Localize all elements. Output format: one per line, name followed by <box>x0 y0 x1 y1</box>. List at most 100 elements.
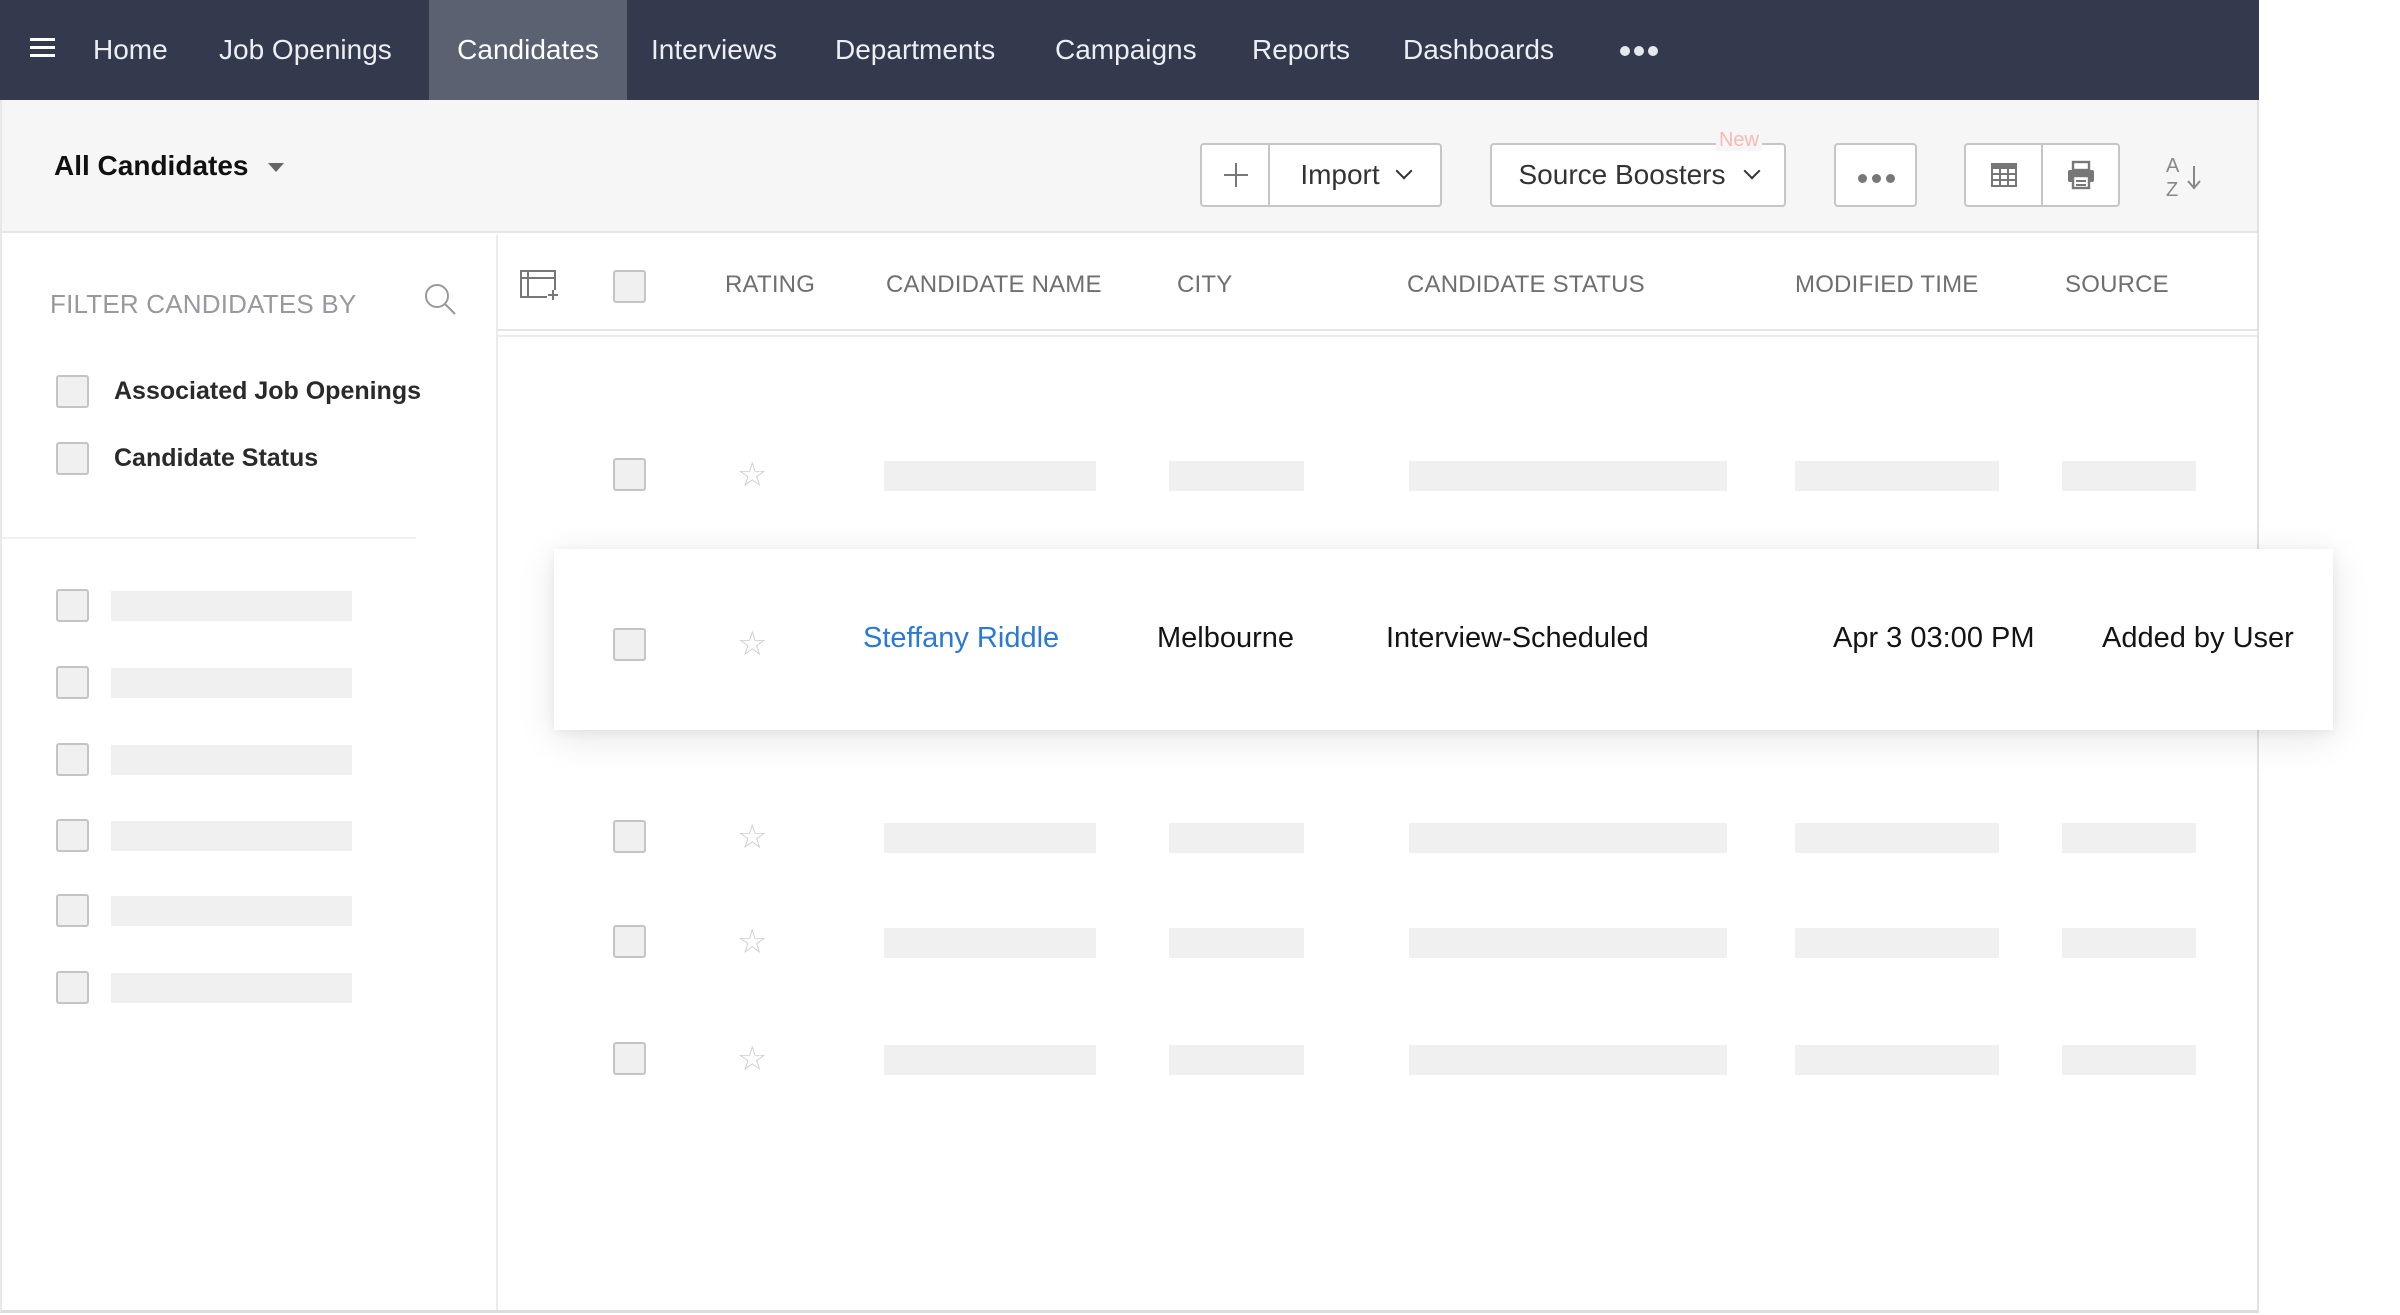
svg-text:Z: Z <box>2166 179 2178 201</box>
candidates-table: RATING CANDIDATE NAME CITY CANDIDATE STA… <box>498 235 2257 1310</box>
skeleton-placeholder <box>2062 461 2196 491</box>
filter-checkbox-associated-job-openings[interactable] <box>56 375 89 408</box>
dot <box>1886 174 1895 183</box>
filter-checkbox-placeholder[interactable] <box>56 819 89 852</box>
source-boosters-button[interactable]: Source Boosters New <box>1490 129 1786 207</box>
skeleton-placeholder <box>1169 1045 1304 1075</box>
top-nav-bar: Home Job Openings Candidates Interviews … <box>0 0 2259 100</box>
star-outline-icon[interactable]: ☆ <box>737 820 767 854</box>
table-row[interactable]: ☆ <box>498 1040 2257 1080</box>
nav-item-candidates[interactable]: Candidates <box>429 0 627 100</box>
more-horizontal-icon[interactable] <box>1620 46 1660 58</box>
print-button[interactable] <box>2041 143 2120 207</box>
filter-checkbox-placeholder[interactable] <box>56 666 89 699</box>
filter-label-candidate-status: Candidate Status <box>114 444 319 472</box>
table-row[interactable]: ☆ <box>498 923 2257 963</box>
candidate-status: Interview-Scheduled <box>1386 622 1649 654</box>
new-badge: New <box>1715 129 1762 151</box>
hamburger-icon[interactable] <box>30 38 55 58</box>
filter-sidebar: FILTER CANDIDATES BY Associated Job Open… <box>2 235 498 1310</box>
row-checkbox[interactable] <box>613 925 646 958</box>
star-outline-icon[interactable]: ☆ <box>737 458 767 492</box>
sort-az-icon[interactable]: A Z <box>2164 150 2208 202</box>
column-header-city[interactable]: CITY <box>1177 271 1232 299</box>
column-header-rating[interactable]: RATING <box>725 271 815 299</box>
skeleton-placeholder <box>111 745 352 775</box>
skeleton-placeholder <box>2062 823 2196 853</box>
skeleton-placeholder <box>884 461 1096 491</box>
nav-item-reports[interactable]: Reports <box>1252 0 1350 100</box>
table-header: RATING CANDIDATE NAME CITY CANDIDATE STA… <box>498 235 2257 331</box>
source-boosters-label: Source Boosters <box>1518 159 1726 190</box>
nav-item-home[interactable]: Home <box>93 0 168 100</box>
skeleton-placeholder <box>1409 461 1727 491</box>
table-row-highlighted[interactable]: ☆ Steffany Riddle Melbourne Interview-Sc… <box>554 549 2333 730</box>
chevron-down-icon <box>1395 162 1413 180</box>
toolbar: All Candidates Import Source Boosters Ne… <box>2 100 2257 233</box>
select-all-checkbox[interactable] <box>613 270 646 303</box>
star-outline-icon[interactable]: ☆ <box>737 1042 767 1076</box>
column-header-modified-time[interactable]: MODIFIED TIME <box>1795 271 1979 299</box>
skeleton-placeholder <box>111 821 352 851</box>
table-row[interactable]: ☆ <box>498 456 2257 496</box>
printer-icon <box>2067 160 2094 190</box>
add-candidate-button[interactable] <box>1200 143 1270 207</box>
skeleton-placeholder <box>2062 928 2196 958</box>
skeleton-placeholder <box>2062 1045 2196 1075</box>
column-header-candidate-status[interactable]: CANDIDATE STATUS <box>1407 271 1645 299</box>
skeleton-placeholder <box>884 1045 1096 1075</box>
import-label: Import <box>1300 159 1380 190</box>
skeleton-placeholder <box>1795 461 1999 491</box>
sidebar-divider <box>2 537 416 539</box>
caret-down-icon <box>268 163 285 173</box>
more-actions-button[interactable] <box>1834 143 1917 207</box>
filter-checkbox-placeholder[interactable] <box>56 589 89 622</box>
table-grid-icon <box>1990 163 2017 187</box>
nav-item-interviews[interactable]: Interviews <box>651 0 777 100</box>
chevron-down-icon <box>1743 162 1760 180</box>
skeleton-placeholder <box>1409 1045 1727 1075</box>
filter-title: FILTER CANDIDATES BY <box>50 289 357 319</box>
filter-checkbox-candidate-status[interactable] <box>56 442 89 475</box>
filter-checkbox-placeholder[interactable] <box>56 743 89 776</box>
row-checkbox[interactable] <box>613 458 646 491</box>
candidate-city: Melbourne <box>1157 622 1295 654</box>
skeleton-placeholder <box>1795 928 1999 958</box>
star-outline-icon[interactable]: ☆ <box>737 627 767 661</box>
nav-item-campaigns[interactable]: Campaigns <box>1055 0 1197 100</box>
svg-text:A: A <box>2166 155 2180 177</box>
skeleton-placeholder <box>884 823 1096 853</box>
column-header-source[interactable]: SOURCE <box>2065 271 2169 299</box>
filter-checkbox-placeholder[interactable] <box>56 894 89 927</box>
skeleton-placeholder <box>111 973 352 1003</box>
skeleton-placeholder <box>1169 461 1304 491</box>
filter-checkbox-placeholder[interactable] <box>56 971 89 1004</box>
skeleton-placeholder <box>111 591 352 621</box>
skeleton-placeholder <box>884 928 1096 958</box>
skeleton-placeholder <box>1409 928 1727 958</box>
import-button[interactable]: Import <box>1268 143 1442 207</box>
search-icon[interactable] <box>422 281 458 317</box>
table-row[interactable]: ☆ <box>498 818 2257 858</box>
column-header-candidate-name[interactable]: CANDIDATE NAME <box>886 271 1102 299</box>
row-checkbox[interactable] <box>613 628 646 661</box>
table-columns-add-icon[interactable] <box>520 270 558 300</box>
skeleton-placeholder <box>111 668 352 698</box>
skeleton-placeholder <box>1169 928 1304 958</box>
filter-label-associated-job-openings: Associated Job Openings <box>114 377 422 405</box>
star-outline-icon[interactable]: ☆ <box>737 925 767 959</box>
header-divider <box>498 335 2257 337</box>
modified-time: Apr 3 03:00 PM <box>1833 622 2035 654</box>
plus-icon-vertical <box>1235 163 1237 187</box>
nav-item-dashboards[interactable]: Dashboards <box>1403 0 1554 100</box>
row-checkbox[interactable] <box>613 1042 646 1075</box>
row-checkbox[interactable] <box>613 820 646 853</box>
skeleton-placeholder <box>1795 823 1999 853</box>
nav-item-departments[interactable]: Departments <box>835 0 995 100</box>
more-horizontal-icon <box>1858 174 1867 183</box>
skeleton-placeholder <box>1169 823 1304 853</box>
table-view-button[interactable] <box>1964 143 2043 207</box>
view-selector[interactable]: All Candidates <box>54 150 285 182</box>
candidate-name-link[interactable]: Steffany Riddle <box>863 622 1059 655</box>
nav-item-job-openings[interactable]: Job Openings <box>219 0 392 100</box>
